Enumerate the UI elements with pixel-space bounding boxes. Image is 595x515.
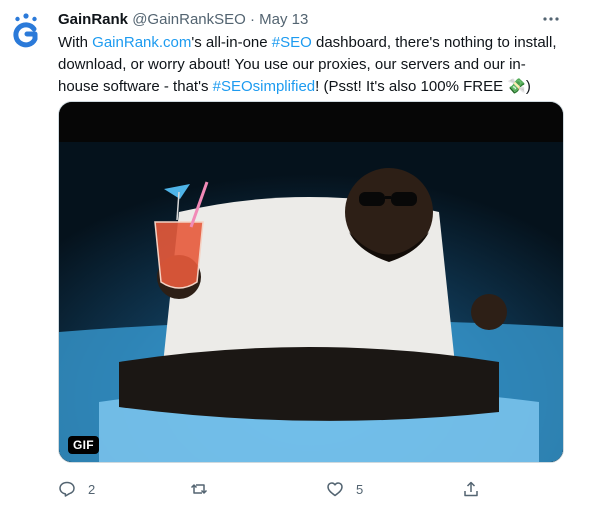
gif-frame-image xyxy=(59,102,563,462)
tweet-gif[interactable] xyxy=(58,101,564,463)
retweet-icon xyxy=(190,484,208,494)
text-segment: 's all-in-one xyxy=(191,34,272,51)
tweet-actions: 2 5 xyxy=(58,480,498,502)
like-button[interactable]: 5 xyxy=(326,480,363,498)
like-count: 5 xyxy=(356,481,364,497)
tweet-text: With GainRank.com's all-in-one #SEO dash… xyxy=(58,32,558,98)
text-segment: ! (Psst! It's also 100% FREE 💸) xyxy=(315,78,531,95)
author-handle[interactable]: @GainRankSEO xyxy=(132,11,246,28)
reply-icon xyxy=(59,481,75,497)
retweet-button[interactable] xyxy=(190,480,220,498)
author-name[interactable]: GainRank xyxy=(58,11,128,28)
share-button[interactable] xyxy=(462,480,480,498)
tweet-date[interactable]: May 13 xyxy=(259,11,308,28)
reply-button[interactable]: 2 xyxy=(58,480,95,498)
gif-badge: GIF xyxy=(68,436,99,454)
more-icon[interactable] xyxy=(541,12,561,26)
share-icon xyxy=(464,481,478,497)
tweet-header: GainRank @GainRankSEO · May 13 xyxy=(58,11,308,29)
gainrank-link[interactable]: GainRank.com xyxy=(92,34,191,51)
hashtag-seo[interactable]: #SEO xyxy=(272,34,312,51)
hashtag-seosimplified[interactable]: #SEOsimplified xyxy=(213,78,316,95)
text-segment: With xyxy=(58,34,93,51)
like-icon xyxy=(327,482,343,497)
tweet[interactable]: GainRank @GainRankSEO · May 13 With Gain… xyxy=(0,0,595,515)
meta-separator: · xyxy=(245,11,260,28)
gainrank-logo-icon[interactable] xyxy=(8,12,44,48)
reply-count: 2 xyxy=(88,481,96,497)
